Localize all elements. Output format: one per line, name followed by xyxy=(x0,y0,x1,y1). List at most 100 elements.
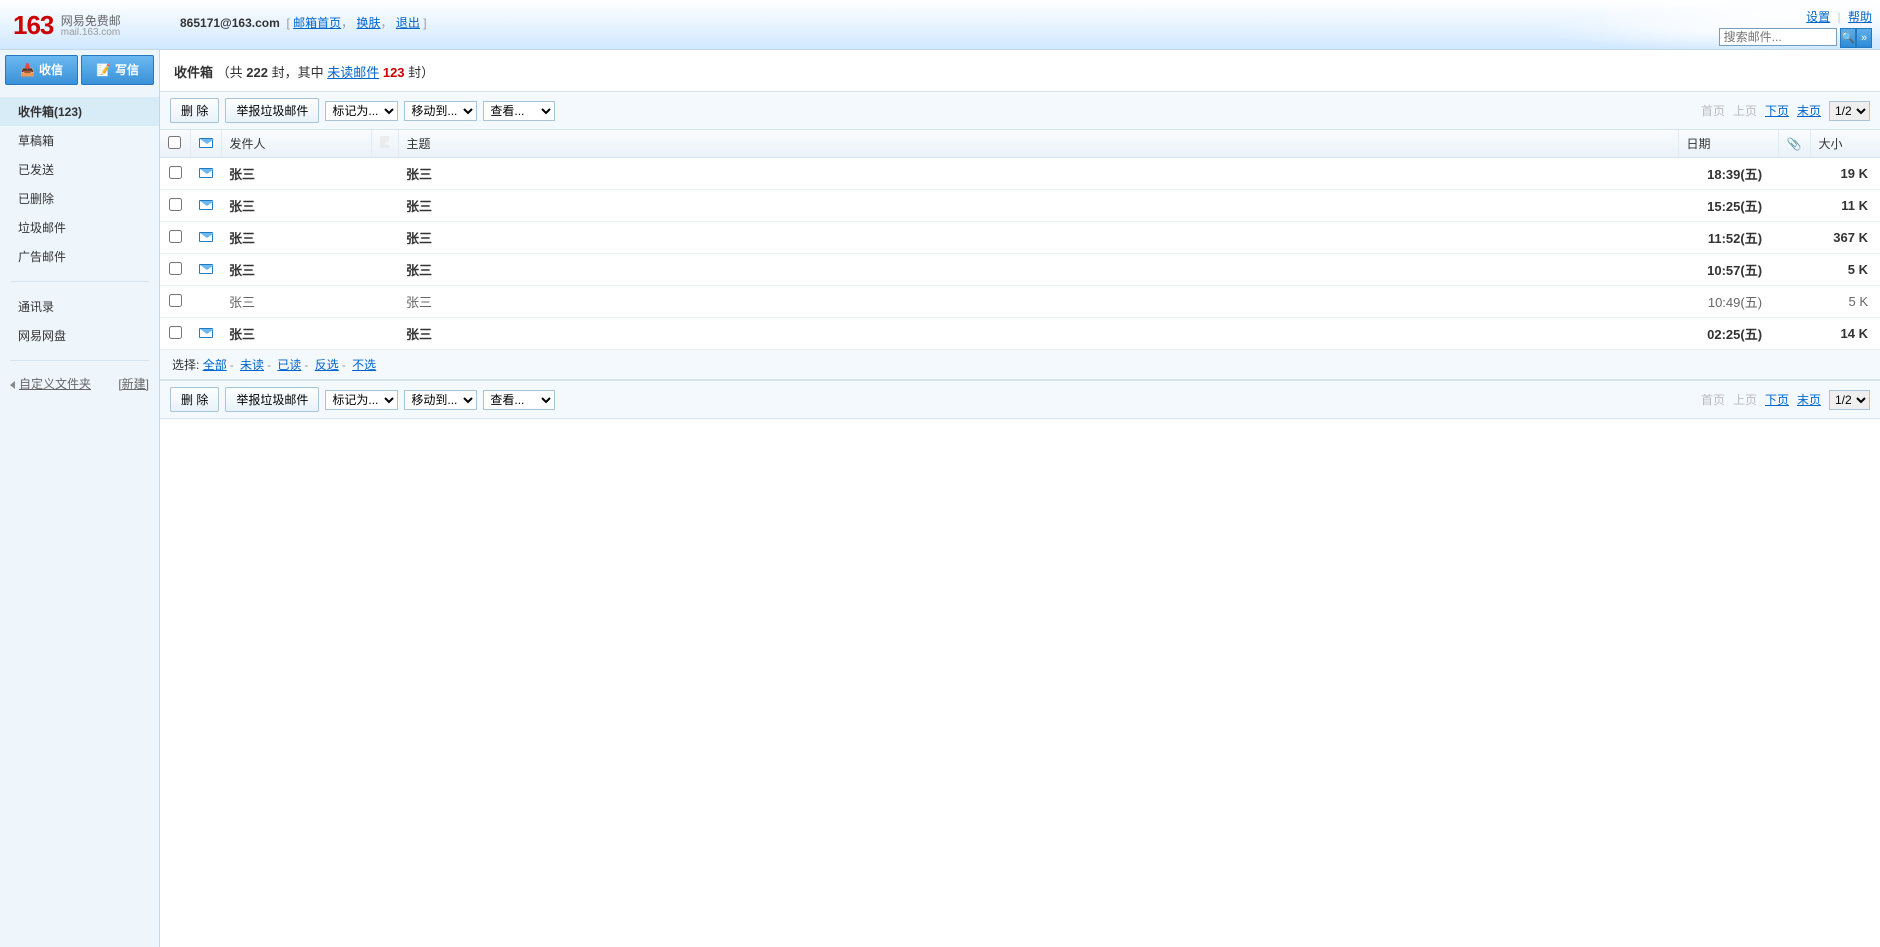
mail-checkbox[interactable] xyxy=(169,166,182,179)
mail-icon xyxy=(199,232,213,242)
mail-checkbox[interactable] xyxy=(169,230,182,243)
search-input[interactable] xyxy=(1719,28,1837,46)
mail-row[interactable]: 张三张三02:25(五)14 K xyxy=(160,318,1880,350)
page-first: 首页 xyxy=(1701,102,1725,119)
mail-checkbox[interactable] xyxy=(169,294,182,307)
col-subject-header[interactable]: 主题 xyxy=(398,130,1678,158)
unread-link[interactable]: 未读邮件 xyxy=(327,65,379,80)
select-label: 选择: xyxy=(172,358,199,372)
mail-subject: 张三 xyxy=(398,190,1678,222)
page-next-bottom[interactable]: 下页 xyxy=(1765,391,1789,408)
inbox-stat-suffix: 封） xyxy=(405,65,435,80)
view-select-bottom[interactable]: 查看... xyxy=(483,390,555,410)
col-sender-header[interactable]: 发件人 xyxy=(221,130,371,158)
mail-attach xyxy=(1778,318,1810,350)
page-last[interactable]: 末页 xyxy=(1797,102,1821,119)
mark-as-select[interactable]: 标记为... xyxy=(325,101,398,121)
link-help[interactable]: 帮助 xyxy=(1848,10,1872,24)
folder-separator xyxy=(10,281,149,282)
mail-flag xyxy=(371,158,398,190)
page-select[interactable]: 1/2 xyxy=(1829,101,1870,121)
logo[interactable]: 163 网易免费邮 mail.163.com xyxy=(13,10,121,41)
move-to-select[interactable]: 移动到... xyxy=(404,101,477,121)
compose-button[interactable]: 📝写信 xyxy=(81,55,154,85)
mail-row[interactable]: 张三张三18:39(五)19 K xyxy=(160,158,1880,190)
folder-item[interactable]: 草稿箱 xyxy=(0,126,159,155)
select-read[interactable]: 已读 xyxy=(277,358,301,372)
mail-checkbox[interactable] xyxy=(169,262,182,275)
receive-button[interactable]: 📥收信 xyxy=(5,55,78,85)
folder-item[interactable]: 收件箱(123) xyxy=(0,97,159,126)
select-unread[interactable]: 未读 xyxy=(240,358,264,372)
col-check-header xyxy=(160,130,190,158)
compose-label: 写信 xyxy=(115,63,139,77)
select-all[interactable]: 全部 xyxy=(203,358,227,372)
col-size-header[interactable]: 大小 xyxy=(1810,130,1880,158)
mail-size: 367 K xyxy=(1810,222,1880,254)
page-prev-bottom: 上页 xyxy=(1733,391,1757,408)
sidebar-extra-item[interactable]: 网易网盘 xyxy=(0,321,159,350)
page-next[interactable]: 下页 xyxy=(1765,102,1789,119)
mail-attach xyxy=(1778,286,1810,318)
inbox-title: 收件箱 xyxy=(174,65,213,80)
search-button[interactable]: 🔍 xyxy=(1840,28,1856,48)
report-spam-button-bottom[interactable]: 举报垃圾邮件 xyxy=(225,387,319,412)
mail-subject: 张三 xyxy=(398,158,1678,190)
extras-list: 通讯录网易网盘 xyxy=(0,288,159,354)
mail-attach xyxy=(1778,254,1810,286)
mail-icon xyxy=(199,328,213,338)
link-switch-skin[interactable]: 换肤 xyxy=(357,16,381,30)
mail-flag xyxy=(371,254,398,286)
sidebar-extra-item[interactable]: 通讯录 xyxy=(0,292,159,321)
mail-checkbox[interactable] xyxy=(169,198,182,211)
col-attach-header: 📎 xyxy=(1778,130,1810,158)
page-select-bottom[interactable]: 1/2 xyxy=(1829,390,1870,410)
select-none[interactable]: 不选 xyxy=(352,358,376,372)
mail-checkbox[interactable] xyxy=(169,326,182,339)
mail-size: 11 K xyxy=(1810,190,1880,222)
unread-count: 123 xyxy=(383,65,405,80)
select-all-checkbox[interactable] xyxy=(168,136,181,149)
mail-row[interactable]: 张三张三10:57(五)5 K xyxy=(160,254,1880,286)
mail-icon xyxy=(199,200,213,210)
mail-size: 19 K xyxy=(1810,158,1880,190)
folder-item[interactable]: 广告邮件 xyxy=(0,242,159,271)
new-folder-link[interactable]: [新建] xyxy=(118,375,149,392)
link-settings[interactable]: 设置 xyxy=(1806,10,1830,24)
mail-sender: 张三 xyxy=(221,318,371,350)
inbox-stat-mid: 封，其中 xyxy=(268,65,327,80)
search-advanced-button[interactable]: » xyxy=(1856,28,1872,48)
mail-date: 10:57(五) xyxy=(1678,254,1778,286)
folder-item[interactable]: 已发送 xyxy=(0,155,159,184)
mail-row[interactable]: 张三张三11:52(五)367 K xyxy=(160,222,1880,254)
delete-button[interactable]: 删 除 xyxy=(170,98,219,123)
custom-folder-section: 自定义文件夹 [新建] xyxy=(0,367,159,400)
view-select[interactable]: 查看... xyxy=(483,101,555,121)
mark-as-select-bottom[interactable]: 标记为... xyxy=(325,390,398,410)
mail-icon xyxy=(199,264,213,274)
logo-title: 网易免费邮 xyxy=(61,14,121,28)
select-invert[interactable]: 反选 xyxy=(315,358,339,372)
link-mail-home[interactable]: 邮箱首页 xyxy=(293,16,341,30)
page-last-bottom[interactable]: 末页 xyxy=(1797,391,1821,408)
mail-flag xyxy=(371,286,398,318)
link-logout[interactable]: 退出 xyxy=(396,16,420,30)
folder-item[interactable]: 已删除 xyxy=(0,184,159,213)
move-to-select-bottom[interactable]: 移动到... xyxy=(404,390,477,410)
delete-button-bottom[interactable]: 删 除 xyxy=(170,387,219,412)
mail-attach xyxy=(1778,222,1810,254)
mail-row[interactable]: 张三张三10:49(五)5 K xyxy=(160,286,1880,318)
mail-row[interactable]: 张三张三15:25(五)11 K xyxy=(160,190,1880,222)
folder-item[interactable]: 垃圾邮件 xyxy=(0,213,159,242)
chevron-left-icon[interactable] xyxy=(10,381,15,389)
report-spam-button[interactable]: 举报垃圾邮件 xyxy=(225,98,319,123)
col-date-header[interactable]: 日期 xyxy=(1678,130,1778,158)
col-status-header xyxy=(190,130,221,158)
compose-bar: 📥收信 📝写信 xyxy=(5,55,154,85)
custom-folder-link[interactable]: 自定义文件夹 xyxy=(19,377,91,391)
header-user-info: 865171@163.com [ 邮箱首页， 换肤， 退出 ] xyxy=(180,14,427,31)
pagination-top: 首页 上页 下页 末页 1/2 xyxy=(1701,101,1870,121)
mail-size: 5 K xyxy=(1810,286,1880,318)
search-box: 🔍» xyxy=(1719,28,1872,48)
logo-subtitle: mail.163.com xyxy=(61,27,121,38)
